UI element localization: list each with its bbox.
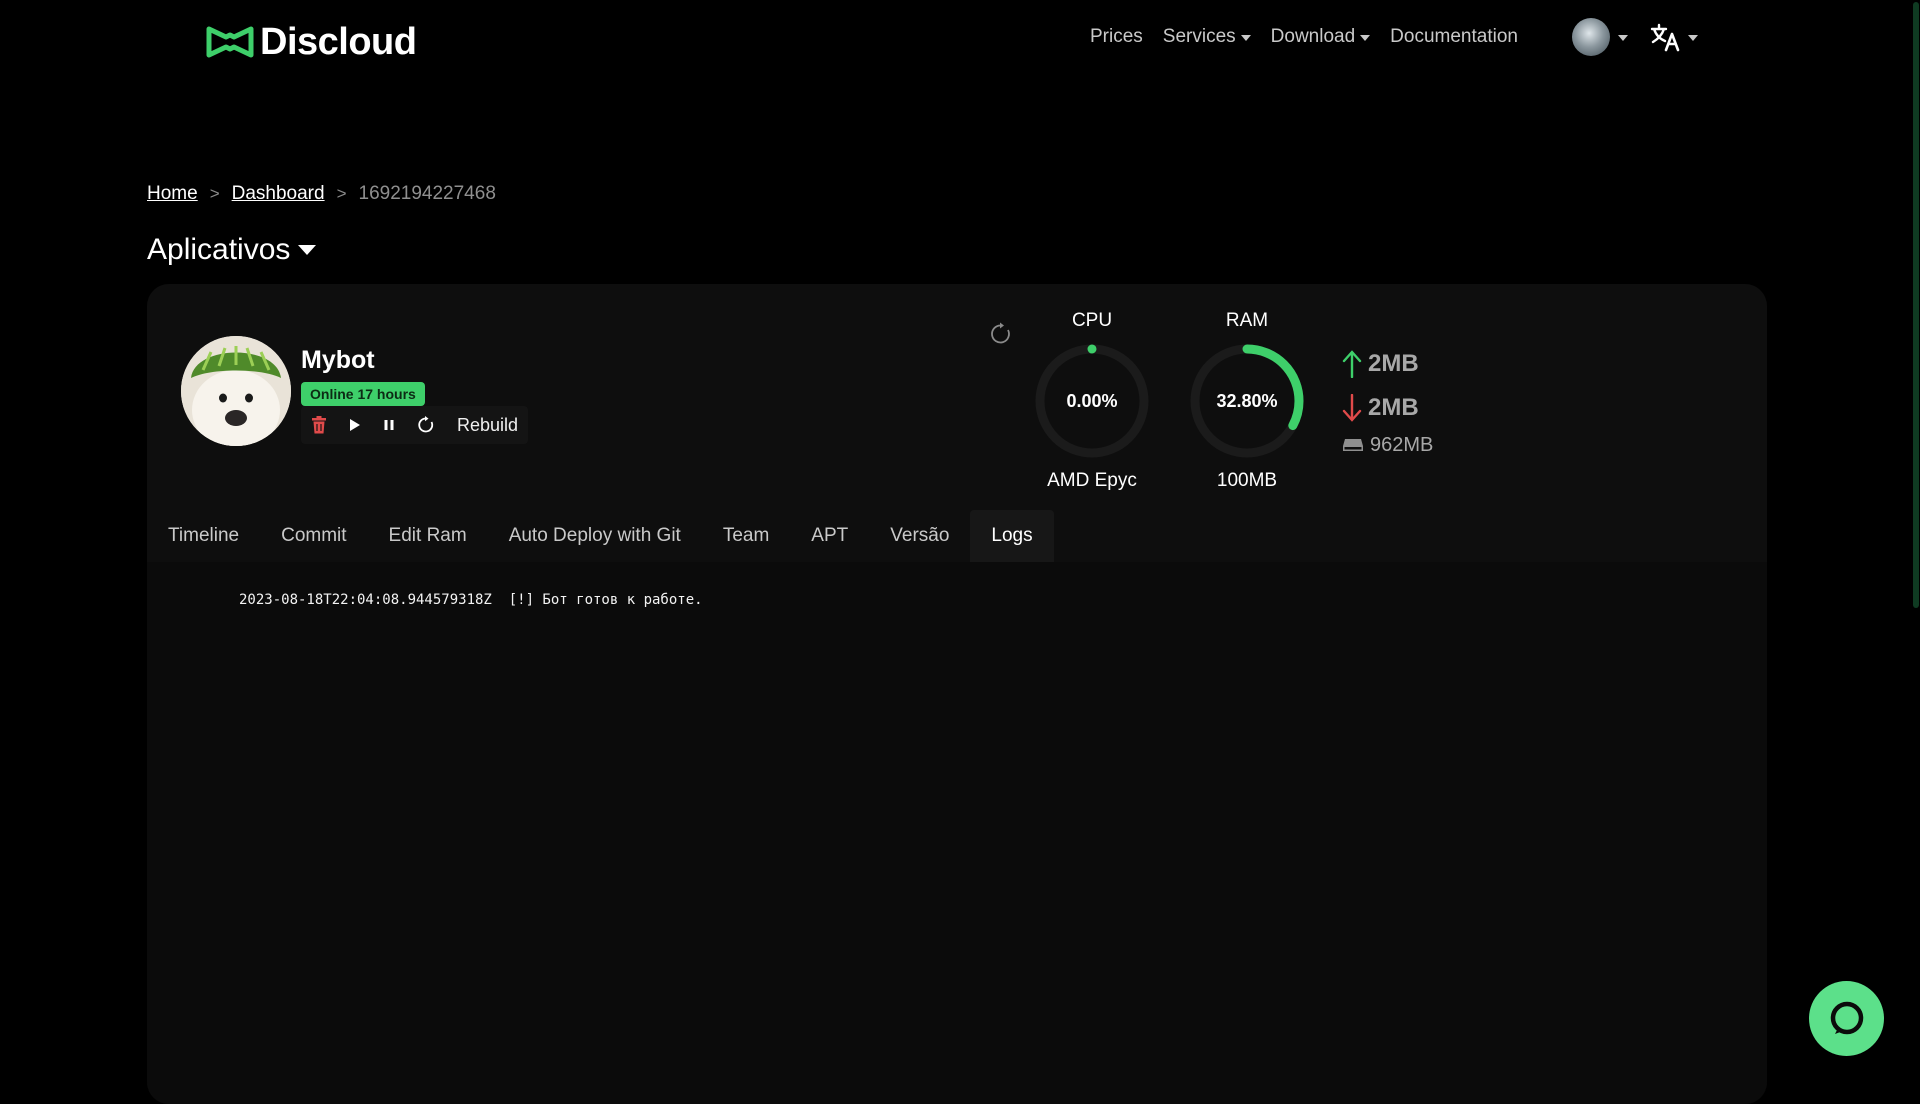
- cpu-ring: 0.00%: [1033, 342, 1151, 460]
- ram-value: 32.80%: [1216, 390, 1278, 411]
- translate-icon: [1650, 23, 1680, 52]
- net-download-value: 2MB: [1368, 394, 1419, 421]
- net-upload-value: 2MB: [1368, 350, 1419, 377]
- tab-commit[interactable]: Commit: [260, 510, 367, 562]
- nav-prices[interactable]: Prices: [1090, 26, 1143, 48]
- nav-links: Prices Services Download Documentation: [1090, 22, 1518, 52]
- net-upload: 2MB: [1342, 342, 1433, 386]
- chat-button[interactable]: [1809, 981, 1884, 1056]
- delete-button[interactable]: [311, 416, 327, 434]
- breadcrumb-home[interactable]: Home: [147, 183, 198, 205]
- tab-edit-ram[interactable]: Edit Ram: [368, 510, 488, 562]
- nav-download[interactable]: Download: [1271, 26, 1371, 48]
- log-console[interactable]: 2023-08-18T22:04:08.944579318Z [!] Бот г…: [147, 562, 1767, 1104]
- ram-ring: 32.80%: [1188, 342, 1306, 460]
- nav-services[interactable]: Services: [1163, 26, 1251, 48]
- cpu-gauge: CPU 0.00% AMD Epyc: [1027, 310, 1157, 492]
- breadcrumb-separator: >: [209, 184, 220, 203]
- trash-icon: [312, 416, 326, 434]
- tab-auto-deploy[interactable]: Auto Deploy with Git: [488, 510, 702, 562]
- restart-icon: [418, 416, 434, 433]
- ram-label: RAM: [1225, 310, 1269, 331]
- cpu-model: AMD Epyc: [1047, 470, 1137, 491]
- user-menu[interactable]: [1572, 18, 1628, 56]
- chat-icon: [1830, 1001, 1863, 1034]
- page-scrollbar-thumb[interactable]: [1913, 2, 1919, 608]
- hard-drive-icon: [1343, 439, 1363, 451]
- dog-avatar-icon: [181, 336, 291, 446]
- log-line: 2023-08-18T22:04:08.944579318Z [!] Бот г…: [239, 592, 703, 608]
- tab-team[interactable]: Team: [702, 510, 790, 562]
- app-card: Mybot Online 17 hours Rebuild CPU 0.00% …: [147, 284, 1767, 1104]
- stop-button[interactable]: [383, 419, 395, 431]
- user-avatar: [1572, 18, 1610, 56]
- refresh-icon[interactable]: [989, 322, 1013, 346]
- restart-button[interactable]: [417, 416, 435, 434]
- cpu-label: CPU: [1071, 310, 1113, 331]
- tab-logs[interactable]: Logs: [970, 510, 1054, 562]
- chevron-down-icon: [1688, 35, 1698, 41]
- nav-services-label: Services: [1162, 26, 1236, 47]
- tab-timeline[interactable]: Timeline: [147, 510, 260, 562]
- net-download: 2MB: [1342, 386, 1433, 430]
- tab-versao[interactable]: Versão: [869, 510, 970, 562]
- cpu-value: 0.00%: [1066, 390, 1118, 411]
- ram-gauge: RAM 32.80% 100MB: [1182, 310, 1312, 492]
- tab-apt[interactable]: APT: [790, 510, 869, 562]
- pause-icon: [384, 420, 394, 430]
- nav-documentation-label: Documentation: [1390, 26, 1518, 47]
- rebuild-button[interactable]: Rebuild: [457, 415, 518, 436]
- nav-download-label: Download: [1270, 26, 1356, 47]
- breadcrumb-dashboard[interactable]: Dashboard: [232, 183, 325, 205]
- breadcrumb-separator: >: [336, 184, 347, 203]
- chevron-down-icon: [1360, 35, 1371, 41]
- nav-prices-label: Prices: [1090, 26, 1143, 47]
- start-button[interactable]: [349, 418, 361, 432]
- play-icon: [350, 419, 360, 431]
- app-avatar: [181, 336, 291, 446]
- brand-logo[interactable]: Discloud: [206, 18, 417, 66]
- arrow-down-icon: [1342, 394, 1362, 422]
- chevron-down-icon: [1240, 35, 1251, 41]
- language-menu[interactable]: [1650, 22, 1698, 52]
- app-tabs: Timeline Commit Edit Ram Auto Deploy wit…: [147, 510, 1054, 562]
- caret-down-icon: [298, 245, 317, 255]
- app-actions: Rebuild: [301, 406, 529, 444]
- discloud-logo-icon: [206, 26, 254, 58]
- section-title: Aplicativos: [147, 233, 291, 266]
- ram-total: 100MB: [1216, 470, 1278, 491]
- navbar: Discloud Prices Services Download Docume…: [0, 0, 1920, 82]
- breadcrumb: Home > Dashboard > 1692194227468: [147, 183, 496, 205]
- network-stats: 2MB 2MB 962MB: [1342, 342, 1433, 460]
- status-badge: Online 17 hours: [301, 382, 425, 406]
- section-title-dropdown[interactable]: Aplicativos: [147, 233, 317, 267]
- app-name: Mybot: [301, 346, 375, 374]
- disk-usage-value: 962MB: [1370, 433, 1434, 456]
- nav-documentation[interactable]: Documentation: [1390, 26, 1518, 48]
- disk-usage: 962MB: [1342, 430, 1433, 460]
- chevron-down-icon: [1618, 35, 1628, 41]
- breadcrumb-current: 1692194227468: [358, 183, 496, 204]
- brand-name: Discloud: [260, 20, 417, 63]
- arrow-up-icon: [1342, 350, 1362, 378]
